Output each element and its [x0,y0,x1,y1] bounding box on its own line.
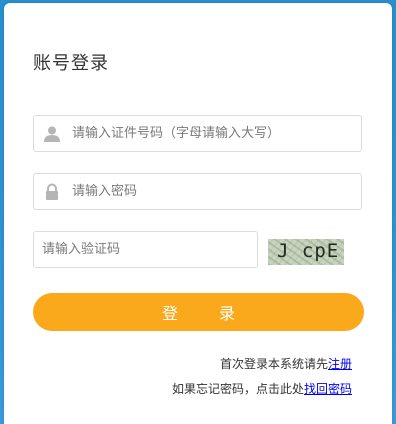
lock-icon [43,183,61,201]
forgot-password-hint: 如果忘记密码，点击此处找回密码 [172,380,352,397]
captcha-text: J cpE [277,240,340,262]
login-button[interactable]: 登 录 [33,293,364,331]
recover-password-link[interactable]: 找回密码 [304,382,352,396]
password-field[interactable] [33,173,362,210]
first-login-hint: 首次登录本系统请先注册 [220,355,352,372]
forgot-text: 如果忘记密码，点击此处 [171,382,304,396]
user-icon [43,125,61,143]
password-input[interactable] [72,174,352,209]
id-number-input[interactable] [72,116,352,151]
first-login-text: 首次登录本系统请先 [219,357,328,371]
captcha-input[interactable] [42,232,252,267]
register-link[interactable]: 注册 [328,357,352,371]
captcha-field[interactable] [33,231,258,268]
login-title: 账号登录 [33,53,109,74]
id-number-field[interactable] [33,115,362,152]
captcha-image[interactable]: J cpE [268,239,344,265]
login-card: 账号登录 J cpE 登 录 首次登录本系统请先注册 如果忘记密码，点击此处找回… [4,3,392,424]
